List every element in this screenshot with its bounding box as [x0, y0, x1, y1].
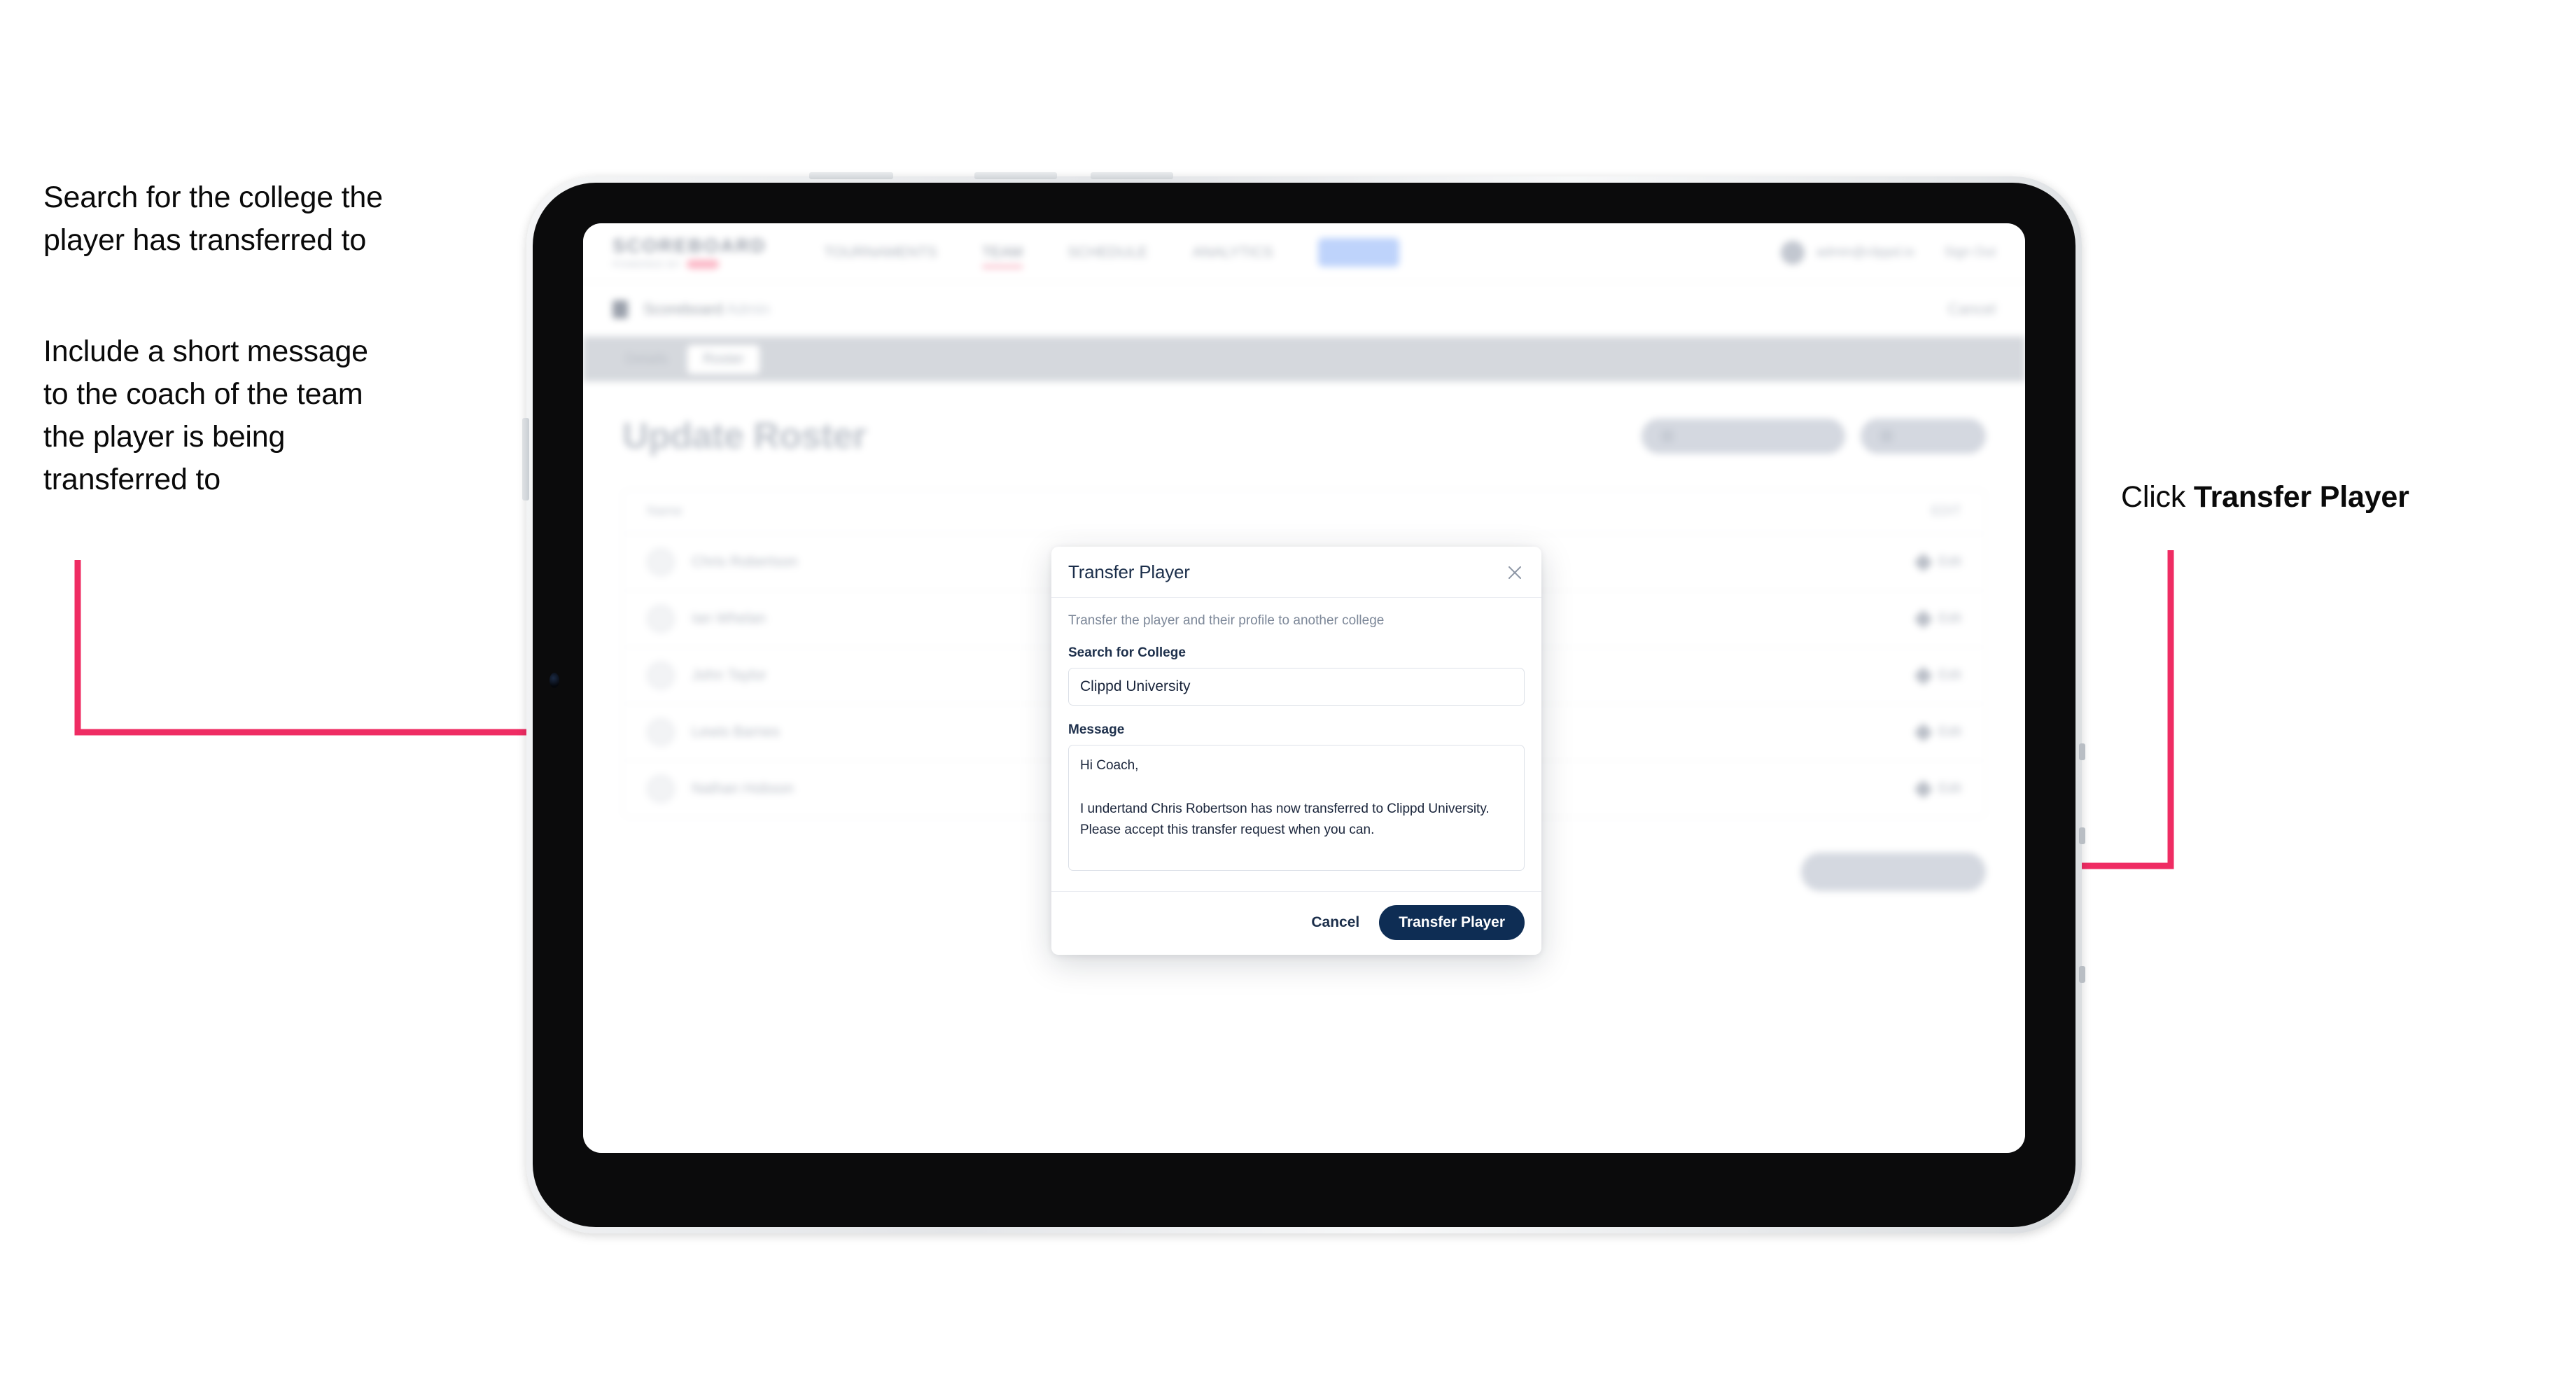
annotation-right-click-transfer: Click Transfer Player	[2121, 476, 2555, 519]
annotation-left-search-college: Search for the college the player has tr…	[43, 181, 383, 258]
breadcrumb-icon	[612, 300, 628, 318]
right-connector-1	[2079, 743, 2085, 760]
edit-player-link[interactable]: Edit	[1914, 609, 1961, 629]
app-nav-links: TOURNAMENTS TEAM SCHEDULE ANALYTICS ADMI…	[824, 227, 1400, 278]
transfer-player-dialog: Transfer Player Transfer the player and …	[1051, 547, 1541, 955]
brand-pill-icon	[687, 260, 720, 269]
player-name: John Taylor	[692, 667, 767, 683]
avatar	[647, 775, 675, 803]
edit-label: Edit	[1938, 781, 1961, 796]
screenshot-stage: Search for the college the player has tr…	[0, 0, 2576, 1386]
pencil-icon	[1914, 722, 1933, 742]
column-header-name: Name	[647, 504, 682, 519]
edit-player-link[interactable]: Edit	[1914, 779, 1961, 799]
annotation-right-prefix: Click	[2121, 480, 2194, 514]
edit-label: Edit	[1938, 724, 1961, 739]
player-name: Ian Whelan	[692, 610, 766, 626]
front-camera-icon	[550, 673, 559, 688]
avatar	[647, 605, 675, 633]
tab-details[interactable]: Details	[610, 345, 683, 374]
edit-player-link[interactable]: Edit	[1914, 722, 1961, 742]
brand-wordmark: SCOREBOARD	[612, 235, 767, 256]
transfer-icon	[1661, 430, 1674, 442]
nav-item-tournaments[interactable]: TOURNAMENTS	[824, 227, 937, 278]
edit-label: Edit	[1938, 554, 1961, 569]
brand-subtitle-text: POWERED BY	[612, 259, 682, 270]
avatar[interactable]	[1781, 240, 1805, 265]
nav-item-team[interactable]: TEAM	[981, 227, 1023, 278]
breadcrumb-cancel-link[interactable]: Cancel	[1948, 300, 1996, 318]
add-player-label: Add Player	[1901, 428, 1966, 443]
tablet-bezel: SCOREBOARD POWERED BY TOURNAMENTS TEAM S…	[533, 183, 2076, 1227]
pencil-icon	[1914, 609, 1933, 629]
save-roster-changes-button[interactable]: Save Roster Changes	[1801, 853, 1986, 891]
column-header-edit: EDIT	[1931, 504, 1961, 519]
avatar	[647, 548, 675, 576]
pencil-icon	[1914, 779, 1933, 799]
plus-icon	[1880, 430, 1893, 442]
player-name: Lewis Barnes	[692, 724, 780, 740]
add-player-button[interactable]: Add Player	[1861, 419, 1986, 454]
edit-player-link[interactable]: Edit	[1914, 666, 1961, 685]
edit-label: Edit	[1938, 668, 1961, 682]
message-textarea[interactable]: Hi Coach, I undertand Chris Robertson ha…	[1068, 745, 1525, 871]
breadcrumb-title: Scoreboard	[643, 300, 723, 318]
volume-up-button[interactable]	[974, 172, 1057, 179]
request-player-transfer-button[interactable]: Request Player Transfer	[1642, 419, 1846, 454]
app-logo[interactable]: SCOREBOARD POWERED BY	[612, 235, 788, 270]
page-title: Update Roster	[622, 416, 867, 456]
right-connector-2	[2079, 827, 2085, 844]
college-field-label: Search for College	[1068, 645, 1186, 660]
roster-table-header: Name EDIT	[623, 490, 1985, 534]
avatar	[647, 718, 675, 746]
tablet-device: SCOREBOARD POWERED BY TOURNAMENTS TEAM S…	[522, 172, 2085, 1233]
pencil-icon	[1914, 666, 1933, 685]
tablet-screen: SCOREBOARD POWERED BY TOURNAMENTS TEAM S…	[583, 223, 2025, 1153]
transfer-player-button[interactable]: Transfer Player	[1379, 905, 1525, 940]
player-name: Chris Robertson	[692, 554, 798, 570]
message-field-label: Message	[1068, 722, 1125, 737]
breadcrumb-text: Scoreboard Admin	[643, 300, 770, 318]
tab-roster[interactable]: Roster	[687, 344, 760, 374]
annotation-left-message: Include a short message to the coach of …	[43, 335, 368, 497]
brand-subtitle: POWERED BY	[612, 259, 788, 270]
annotation-right-bold: Transfer Player	[2193, 480, 2409, 514]
edit-label: Edit	[1938, 611, 1961, 626]
dialog-body: Transfer the player and their profile to…	[1051, 598, 1541, 891]
request-player-transfer-label: Request Player Transfer	[1682, 428, 1826, 443]
app-nav-right: admin@clippd.io Sign Out	[1781, 240, 1996, 265]
side-button[interactable]	[522, 418, 529, 500]
edit-player-link[interactable]: Edit	[1914, 552, 1961, 572]
dialog-title: Transfer Player	[1068, 561, 1190, 582]
app-tabbar: Details Roster	[583, 337, 2025, 382]
avatar	[647, 662, 675, 690]
nav-item-admin-pill[interactable]: ADMIN	[1317, 238, 1400, 267]
dialog-header: Transfer Player	[1051, 547, 1541, 598]
right-connector-3	[2079, 966, 2085, 983]
nav-item-schedule[interactable]: SCHEDULE	[1068, 227, 1147, 278]
player-name: Nathan Hobson	[692, 780, 794, 797]
dialog-footer: Cancel Transfer Player	[1051, 891, 1541, 955]
pencil-icon	[1914, 552, 1933, 572]
page-header: Update Roster Request Player Transfer Ad…	[622, 415, 1986, 457]
sign-out-link[interactable]: Sign Out	[1944, 245, 1996, 260]
cancel-button[interactable]: Cancel	[1311, 914, 1359, 931]
close-icon[interactable]	[1505, 563, 1525, 582]
account-email: admin@clippd.io	[1816, 244, 1915, 260]
nav-item-analytics[interactable]: ANALYTICS	[1193, 227, 1273, 278]
page-header-actions: Request Player Transfer Add Player	[1642, 419, 1986, 454]
search-college-input[interactable]	[1068, 668, 1525, 706]
breadcrumb: Scoreboard Admin Cancel	[583, 282, 2025, 337]
app-navbar: SCOREBOARD POWERED BY TOURNAMENTS TEAM S…	[583, 223, 2025, 282]
dialog-subtitle: Transfer the player and their profile to…	[1068, 613, 1385, 628]
breadcrumb-suffix: Admin	[726, 300, 771, 318]
power-button[interactable]	[809, 172, 893, 179]
volume-down-button[interactable]	[1091, 172, 1173, 179]
